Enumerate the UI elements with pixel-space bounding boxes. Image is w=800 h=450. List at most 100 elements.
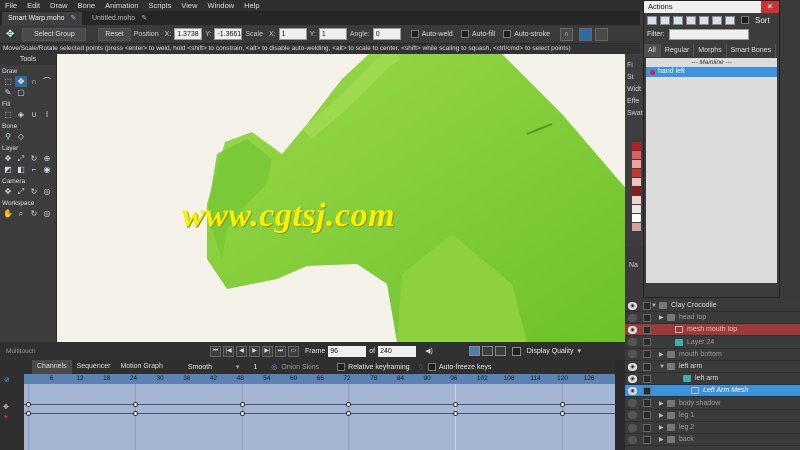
keyframe[interactable] bbox=[26, 402, 31, 407]
layer-checkbox[interactable] bbox=[643, 411, 651, 420]
layer-checkbox[interactable] bbox=[643, 386, 651, 395]
eye-icon[interactable]: ◉ bbox=[628, 325, 637, 334]
tab-smart-bones[interactable]: Smart Bones bbox=[727, 44, 777, 57]
tab-motion-graph[interactable]: Motion Graph bbox=[115, 360, 167, 374]
timeline-ruler[interactable]: 6 12 18 24 30 36 42 48 54 60 66 72 78 84 90 96 102 108 114… bbox=[24, 374, 615, 384]
eye-icon[interactable]: ◉ bbox=[628, 411, 637, 420]
play-back-button[interactable]: ◀ bbox=[236, 345, 247, 357]
layout-quad-icon[interactable] bbox=[494, 346, 506, 356]
curve-icon[interactable]: ∩ bbox=[559, 27, 573, 41]
close-icon[interactable]: ✕ bbox=[761, 1, 779, 13]
expand-icon[interactable]: ▶ bbox=[659, 412, 664, 419]
layer-row[interactable]: ◉ Left Arm Mesh bbox=[625, 385, 800, 398]
new-morph-icon[interactable] bbox=[660, 15, 670, 25]
keyframe[interactable] bbox=[239, 411, 245, 416]
reference-action-icon[interactable] bbox=[712, 15, 722, 25]
expand-icon[interactable]: ▶ bbox=[659, 314, 664, 321]
filter-input[interactable] bbox=[668, 29, 749, 40]
zoom-icon[interactable]: ⌕ bbox=[15, 208, 27, 219]
eye-icon[interactable]: ◉ bbox=[628, 362, 637, 371]
relative-keyframing-checkbox[interactable] bbox=[337, 363, 346, 371]
track-camera-icon[interactable]: ✥ bbox=[2, 186, 14, 197]
keyframe[interactable] bbox=[453, 411, 459, 416]
frame-field[interactable]: 96 bbox=[328, 345, 367, 357]
reset-button[interactable]: Reset bbox=[98, 27, 131, 41]
timeline-scrollbar[interactable] bbox=[615, 360, 625, 450]
pan-camera-icon[interactable]: ◎ bbox=[41, 186, 53, 197]
swatch[interactable] bbox=[632, 142, 641, 150]
expand-icon[interactable]: ▶ bbox=[659, 424, 664, 431]
select-points-icon[interactable]: ⬚ bbox=[2, 76, 14, 87]
keyframe[interactable] bbox=[346, 411, 352, 416]
eye-icon[interactable]: ◉ bbox=[628, 338, 637, 347]
select-group-button[interactable]: Select Group bbox=[22, 27, 87, 41]
layer-row[interactable]: ◉ ▶ back bbox=[625, 434, 800, 447]
grid-icon[interactable] bbox=[578, 27, 592, 41]
rotate-layer-icon[interactable]: ↻ bbox=[28, 153, 40, 164]
layer-checkbox[interactable] bbox=[643, 423, 651, 432]
menu-scripts[interactable]: Scripts bbox=[143, 0, 176, 11]
layer-checkbox[interactable] bbox=[643, 435, 651, 444]
layer-row[interactable]: ◉ ▶ leg 2 bbox=[625, 422, 800, 434]
doc-tab-untitled[interactable]: Untitled.moho ✎ bbox=[86, 12, 153, 25]
flip-layer-icon[interactable]: ◧ bbox=[15, 164, 27, 175]
layer-checkbox[interactable] bbox=[643, 374, 651, 383]
expand-icon[interactable]: ▶ bbox=[659, 436, 664, 443]
swatch[interactable] bbox=[632, 178, 641, 186]
shear-layer-icon[interactable]: ◩ bbox=[2, 164, 14, 175]
add-point-icon[interactable]: ∩ bbox=[28, 76, 40, 87]
display-quality-label[interactable]: Display Quality bbox=[527, 348, 574, 355]
create-shape-icon[interactable]: ◈ bbox=[15, 109, 27, 120]
layer-checkbox[interactable] bbox=[643, 338, 651, 347]
doc-tab-smart-warp[interactable]: Smart Warp.moho ✎ bbox=[2, 12, 83, 25]
layer-checkbox[interactable] bbox=[643, 399, 651, 408]
eye-icon[interactable]: ◉ bbox=[628, 301, 637, 310]
swatch[interactable] bbox=[632, 223, 641, 231]
layer-row[interactable]: ◉ ▶ head top bbox=[625, 312, 800, 325]
menu-window[interactable]: Window bbox=[202, 0, 239, 11]
menu-animation[interactable]: Animation bbox=[100, 0, 143, 11]
orbit-icon[interactable]: ◎ bbox=[41, 208, 53, 219]
roll-camera-icon[interactable]: ↻ bbox=[28, 186, 40, 197]
step-back-button[interactable]: |◀ bbox=[223, 345, 234, 357]
layer-row[interactable]: ◉ ▼ left arm bbox=[625, 361, 800, 373]
expand-icon[interactable]: ▼ bbox=[659, 364, 665, 370]
layer-row[interactable]: ◉ ▶ leg 1 bbox=[625, 410, 800, 422]
menu-bone[interactable]: Bone bbox=[73, 0, 101, 11]
volume-icon[interactable]: ◀) bbox=[425, 347, 433, 355]
layer-row[interactable]: ◉ mesh mouth top bbox=[625, 324, 800, 337]
display-quality-icon[interactable] bbox=[511, 346, 521, 356]
auto-stroke-checkbox[interactable] bbox=[503, 30, 512, 38]
layer-checkbox[interactable] bbox=[643, 362, 651, 371]
scale-layer-icon[interactable]: ⤢ bbox=[15, 153, 27, 164]
bone-select-icon[interactable]: ◇ bbox=[15, 131, 27, 142]
swatch[interactable] bbox=[632, 169, 641, 177]
eyedropper-icon[interactable]: ǀ bbox=[41, 109, 53, 120]
layer-checkbox[interactable] bbox=[643, 325, 651, 334]
delete-action-icon[interactable] bbox=[686, 15, 696, 25]
switch-layer-icon[interactable]: ⌐ bbox=[28, 164, 40, 175]
menu-view[interactable]: View bbox=[176, 0, 202, 11]
menu-file[interactable]: File bbox=[0, 0, 22, 11]
onion-skin-icon[interactable]: ◎ bbox=[271, 363, 277, 371]
translate-layer-icon[interactable]: ✥ bbox=[2, 153, 14, 164]
mainline-item[interactable]: --- Mainline --- bbox=[646, 58, 777, 67]
play-button[interactable]: ▶ bbox=[249, 345, 260, 357]
expand-icon[interactable]: ▶ bbox=[659, 400, 664, 407]
tab-morphs[interactable]: Morphs bbox=[694, 44, 727, 57]
eye-icon[interactable]: ◉ bbox=[628, 435, 637, 444]
onion-skins-label[interactable]: Onion Skins bbox=[281, 364, 319, 371]
swatch[interactable] bbox=[632, 205, 641, 213]
auto-weld-checkbox[interactable] bbox=[410, 30, 419, 38]
insert-action-icon[interactable] bbox=[699, 15, 709, 25]
bone-icon[interactable]: ⚲ bbox=[2, 131, 14, 142]
swatch[interactable] bbox=[632, 196, 641, 204]
eye-icon[interactable]: ◉ bbox=[628, 423, 637, 432]
swatch[interactable] bbox=[632, 214, 641, 222]
rotate-workspace-icon[interactable]: ↻ bbox=[28, 208, 40, 219]
step-forward-button[interactable]: ▶| bbox=[262, 345, 273, 357]
lock-icon[interactable]: ♢ bbox=[418, 363, 424, 371]
eye-icon[interactable]: ◉ bbox=[628, 386, 637, 395]
auto-fill-checkbox[interactable] bbox=[460, 30, 469, 38]
swatch-grid[interactable] bbox=[632, 142, 642, 242]
